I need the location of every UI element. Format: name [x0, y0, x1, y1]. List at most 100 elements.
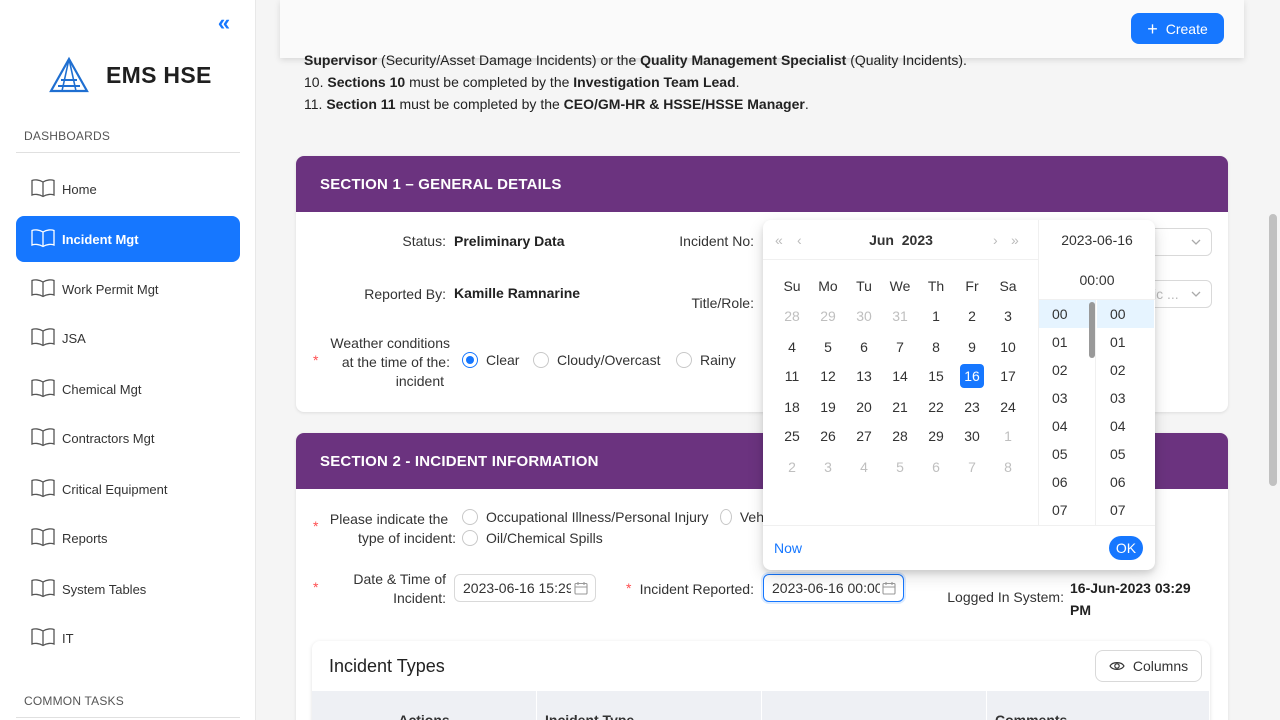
calendar-day[interactable]: 23 [960, 395, 984, 419]
calendar-day[interactable]: 24 [996, 395, 1020, 419]
calendar-day[interactable]: 1 [924, 304, 948, 328]
weather-option-clear[interactable]: Clear [462, 352, 519, 368]
year-label[interactable]: 2023 [902, 232, 933, 248]
create-label: Create [1165, 20, 1208, 37]
calendar-day[interactable]: 17 [996, 364, 1020, 388]
incident-reported-input[interactable]: 2023-06-16 00:00 [763, 574, 904, 602]
calendar-day[interactable]: 4 [852, 455, 876, 479]
calendar-day[interactable]: 11 [780, 364, 804, 388]
calendar-day[interactable]: 10 [996, 335, 1020, 359]
calendar-day[interactable]: 28 [888, 424, 912, 448]
minute-option[interactable]: 02 [1097, 356, 1154, 384]
column-header-incident-type[interactable]: Incident Type [537, 691, 762, 720]
hour-option[interactable]: 07 [1039, 496, 1095, 524]
calendar-day[interactable]: 29 [816, 304, 840, 328]
hour-option[interactable]: 03 [1039, 384, 1095, 412]
hour-option[interactable]: 02 [1039, 356, 1095, 384]
now-link[interactable]: Now [774, 540, 802, 556]
hour-option[interactable]: 05 [1039, 440, 1095, 468]
type-option-vehicle[interactable]: Veh [720, 509, 764, 525]
calendar-day[interactable]: 28 [780, 304, 804, 328]
minute-option[interactable]: 00 [1097, 300, 1154, 328]
sidebar-item-it[interactable]: IT [16, 615, 240, 661]
minute-column[interactable]: 00 01 02 03 04 05 06 07 [1097, 300, 1154, 525]
calendar-day[interactable]: 14 [888, 364, 912, 388]
calendar-day[interactable]: 21 [888, 395, 912, 419]
calendar-day[interactable]: 19 [816, 395, 840, 419]
calendar-day[interactable]: 4 [780, 335, 804, 359]
weather-option-cloudy[interactable]: Cloudy/Overcast [533, 352, 660, 368]
page-scrollbar[interactable] [1266, 0, 1280, 720]
calendar-day[interactable]: 2 [780, 455, 804, 479]
next-month-icon[interactable]: › [993, 232, 998, 248]
scrollbar-thumb[interactable] [1269, 214, 1277, 486]
calendar-day[interactable]: 27 [852, 424, 876, 448]
hour-column[interactable]: 00 01 02 03 04 05 06 07 [1039, 300, 1096, 525]
calendar-day[interactable]: 30 [852, 304, 876, 328]
calendar-day[interactable]: 6 [852, 335, 876, 359]
calendar-day[interactable]: 22 [924, 395, 948, 419]
minute-option[interactable]: 05 [1097, 440, 1154, 468]
hour-option[interactable]: 01 [1039, 328, 1095, 356]
calendar-day[interactable]: 1 [996, 424, 1020, 448]
calendar-day[interactable]: 9 [960, 335, 984, 359]
minute-option[interactable]: 07 [1097, 496, 1154, 524]
calendar-day[interactable]: 5 [888, 455, 912, 479]
radio-icon [462, 352, 478, 368]
calendar-day[interactable]: 18 [780, 395, 804, 419]
minute-option[interactable]: 04 [1097, 412, 1154, 440]
calendar-day[interactable]: 3 [816, 455, 840, 479]
calendar-day[interactable]: 20 [852, 395, 876, 419]
hour-option[interactable]: 04 [1039, 412, 1095, 440]
next-year-icon[interactable]: » [1011, 232, 1019, 248]
calendar-day[interactable]: 6 [924, 455, 948, 479]
calendar-day[interactable]: 2 [960, 304, 984, 328]
incident-no-select[interactable] [1146, 228, 1212, 256]
sidebar-item-incident-mgt[interactable]: Incident Mgt [16, 216, 240, 262]
text: Please indicate the [329, 511, 449, 527]
sidebar-item-chemical-mgt[interactable]: Chemical Mgt [16, 366, 240, 412]
text: CEO/GM-HR & HSSE/HSSE Manager [563, 96, 805, 112]
type-option-injury[interactable]: Occupational Illness/Personal Injury [462, 509, 709, 525]
calendar-day[interactable]: 15 [924, 364, 948, 388]
calendar-day[interactable]: 3 [996, 304, 1020, 328]
calendar-day[interactable]: 7 [888, 335, 912, 359]
hour-option[interactable]: 00 [1039, 300, 1095, 328]
calendar-day[interactable]: 8 [924, 335, 948, 359]
create-button[interactable]: + Create [1131, 13, 1224, 44]
minute-option[interactable]: 03 [1097, 384, 1154, 412]
calendar-day[interactable]: 31 [888, 304, 912, 328]
text: type of incident [357, 530, 453, 546]
title-role-select[interactable]: ic ... [1146, 280, 1212, 308]
calendar-day[interactable]: 7 [960, 455, 984, 479]
calendar-day[interactable]: 25 [780, 424, 804, 448]
calendar-day[interactable]: 12 [816, 364, 840, 388]
calendar-day[interactable]: 30 [960, 424, 984, 448]
sidebar-item-contractors-mgt[interactable]: Contractors Mgt [16, 415, 240, 461]
sidebar-item-critical-equipment[interactable]: Critical Equipment [16, 466, 240, 512]
double-chevron-left-icon[interactable]: « [212, 12, 236, 36]
calendar-day[interactable]: 5 [816, 335, 840, 359]
calendar-day[interactable]: 26 [816, 424, 840, 448]
sidebar-item-jsa[interactable]: JSA [16, 315, 240, 361]
hour-option[interactable]: 06 [1039, 468, 1095, 496]
calendar-day[interactable]: 13 [852, 364, 876, 388]
calendar-day[interactable]: 29 [924, 424, 948, 448]
incident-datetime-input[interactable]: 2023-06-16 15:29 [454, 574, 596, 602]
columns-button[interactable]: Columns [1095, 650, 1202, 682]
type-option-spills[interactable]: Oil/Chemical Spills [462, 530, 603, 546]
minute-option[interactable]: 01 [1097, 328, 1154, 356]
weather-option-rainy[interactable]: Rainy [676, 352, 736, 368]
column-header-comments[interactable]: Comments [987, 691, 1210, 720]
month-label[interactable]: Jun [869, 232, 894, 248]
column-header-actions[interactable]: Actions [312, 691, 537, 720]
hour-scrollbar[interactable] [1089, 302, 1095, 358]
sidebar-item-system-tables[interactable]: System Tables [16, 566, 240, 612]
calendar-day-selected[interactable]: 16 [960, 364, 984, 388]
sidebar-item-home[interactable]: Home [16, 166, 240, 212]
sidebar-item-reports[interactable]: Reports [16, 515, 240, 561]
calendar-day[interactable]: 8 [996, 455, 1020, 479]
minute-option[interactable]: 06 [1097, 468, 1154, 496]
ok-button[interactable]: OK [1109, 536, 1143, 560]
sidebar-item-work-permit-mgt[interactable]: Work Permit Mgt [16, 266, 240, 312]
